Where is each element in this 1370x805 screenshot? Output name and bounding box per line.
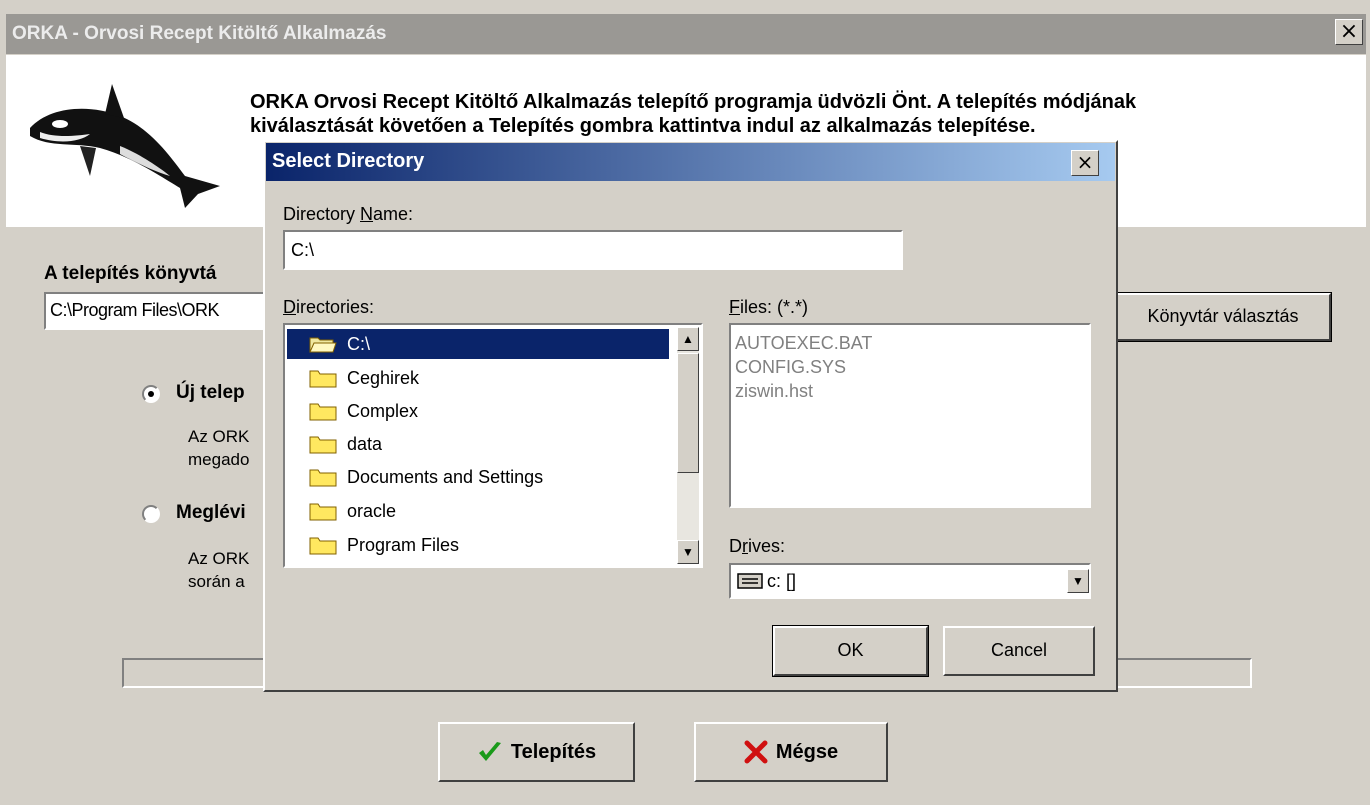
directories-label: Directories:	[283, 297, 374, 318]
label-part: irectories:	[296, 297, 375, 317]
orca-icon	[30, 84, 220, 208]
directories-scrollbar[interactable]: ▲ ▼	[677, 327, 699, 564]
drives-select[interactable]: c: [] ▼	[729, 563, 1091, 599]
directory-item-label: oracle	[347, 500, 397, 521]
directory-item-label: Documents and Settings	[347, 466, 544, 487]
option-existing-label: Meglévi	[176, 502, 246, 523]
directory-item-root[interactable]: C:\	[287, 329, 669, 359]
dropdown-arrow-icon[interactable]: ▼	[1067, 569, 1089, 593]
file-item: CONFIG.SYS	[735, 357, 847, 377]
welcome-text: ORKA Orvosi Recept Kitöltő Alkalmazás te…	[250, 90, 1350, 138]
radio-existing-install[interactable]	[142, 505, 160, 523]
directory-item-label: data	[347, 433, 383, 454]
window-title: ORKA - Orvosi Recept Kitöltő Alkalmazás	[12, 23, 387, 44]
ok-button[interactable]: OK	[772, 625, 929, 677]
option-existing-desc-2: során a	[188, 572, 245, 591]
directory-item-label: C:\	[347, 333, 371, 354]
cross-icon	[744, 740, 768, 764]
label-part: D	[729, 536, 742, 556]
cancel-install-button[interactable]: Mégse	[694, 722, 888, 782]
folder-icon	[309, 403, 337, 421]
scroll-down-button[interactable]: ▼	[677, 540, 699, 564]
files-list[interactable]: AUTOEXEC.BAT CONFIG.SYS ziswin.hst	[729, 323, 1091, 508]
directories-list[interactable]: C:\ Ceghirek Complex data Documents and …	[283, 323, 703, 568]
install-dir-label: A telepítés könyvtá	[44, 263, 217, 284]
label-accelerator: N	[360, 204, 374, 224]
radio-dot	[148, 391, 154, 397]
folder-icon	[309, 370, 337, 388]
install-dir-input[interactable]: C:\Program Files\ORK	[44, 292, 274, 330]
install-button-label: Telepítés	[510, 740, 597, 763]
label-part: Directory	[283, 204, 361, 224]
welcome-line-1: ORKA Orvosi Recept Kitöltő Alkalmazás te…	[250, 91, 1137, 113]
drive-value: c: []	[767, 571, 797, 591]
install-button[interactable]: Telepítés	[438, 722, 635, 782]
option-existing-desc-1: Az ORK	[188, 549, 250, 568]
label-part: ives:	[748, 536, 786, 556]
directory-name-input[interactable]: C:\	[283, 230, 903, 270]
close-window-button[interactable]: ×	[1335, 19, 1363, 45]
label-accelerator: F	[729, 297, 740, 317]
directory-item-label: Ceghirek	[347, 367, 420, 388]
folder-icon	[309, 537, 337, 555]
scroll-thumb[interactable]	[677, 353, 699, 473]
dialog-title: Select Directory	[272, 150, 425, 172]
label-accelerator: D	[283, 297, 296, 317]
directory-item[interactable]: data	[287, 429, 669, 459]
directory-item[interactable]: Ceghirek	[287, 363, 669, 393]
directory-item-label: Program Files	[347, 534, 460, 555]
radio-new-install[interactable]	[142, 385, 160, 403]
label-part: ame:	[373, 204, 414, 224]
option-new-label: Új telep	[176, 382, 245, 403]
directory-item[interactable]: oracle	[287, 496, 669, 526]
open-folder-icon	[309, 337, 337, 353]
drives-label: Drives:	[729, 536, 785, 557]
choose-directory-button[interactable]: Könyvtár választás	[1114, 292, 1332, 342]
option-new-desc-2: megado	[188, 450, 250, 469]
directory-item[interactable]: Complex	[287, 396, 669, 426]
cancel-install-button-label: Mégse	[775, 740, 839, 763]
file-item: AUTOEXEC.BAT	[735, 333, 873, 353]
checkmark-icon	[478, 742, 501, 761]
file-item: ziswin.hst	[735, 381, 814, 401]
welcome-line-2: kiválasztását követően a Telepítés gombr…	[250, 115, 1036, 137]
dialog-close-button[interactable]: ×	[1071, 150, 1099, 176]
scroll-up-button[interactable]: ▲	[677, 327, 699, 351]
drive-icon	[737, 573, 763, 589]
folder-icon	[309, 503, 337, 521]
directory-item-label: Complex	[347, 400, 419, 421]
directory-item[interactable]: Documents and Settings	[287, 462, 669, 492]
directory-name-label: Directory Name:	[283, 204, 413, 225]
cancel-button[interactable]: Cancel	[943, 626, 1095, 676]
option-new-desc-1: Az ORK	[188, 427, 250, 446]
folder-icon	[309, 469, 337, 487]
directory-item[interactable]: Program Files	[287, 530, 669, 560]
files-label: Files: (*.*)	[729, 297, 808, 318]
label-part: iles: (*.*)	[740, 297, 809, 317]
folder-icon	[309, 436, 337, 454]
